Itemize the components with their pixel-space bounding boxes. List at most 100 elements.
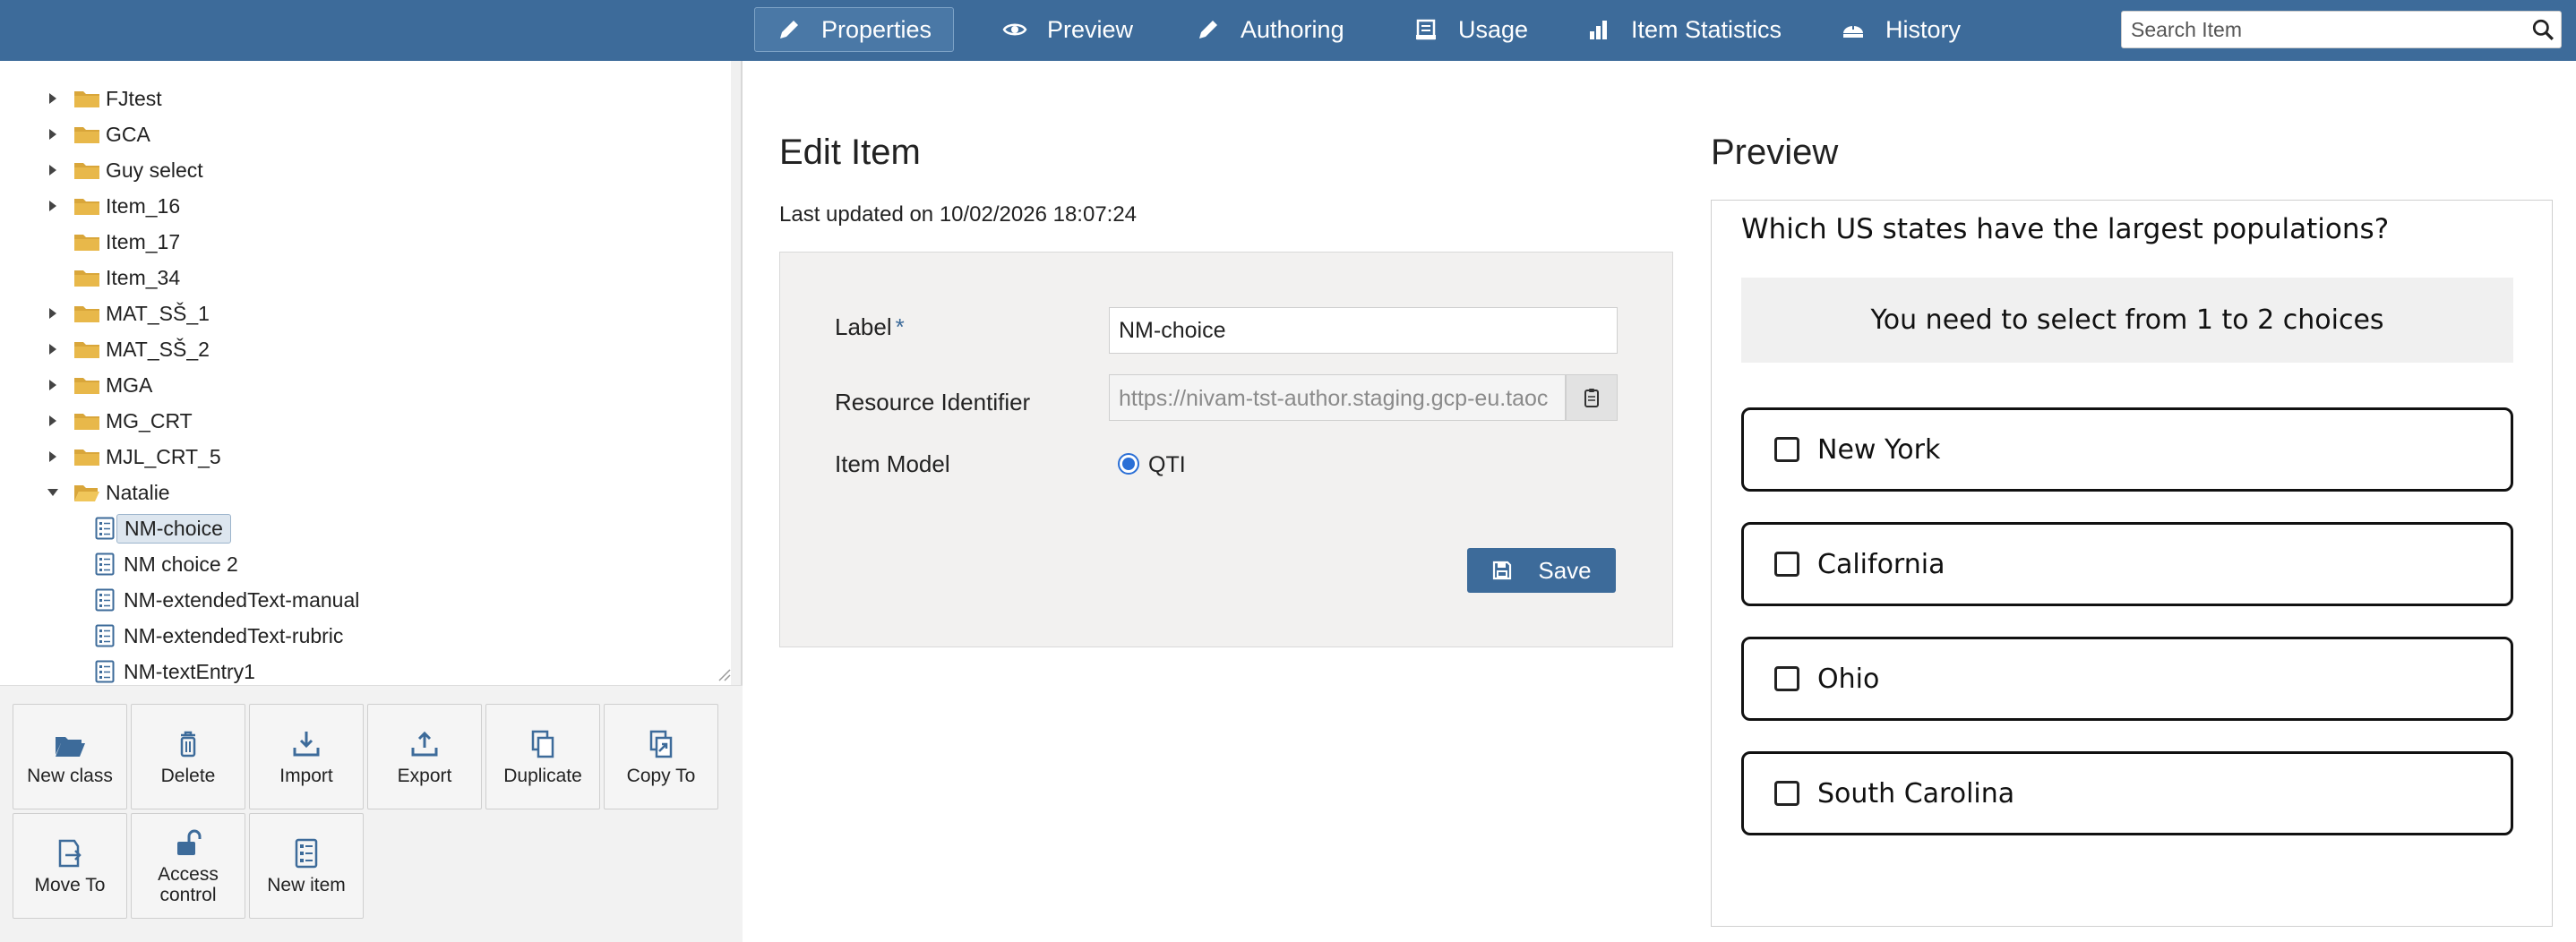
tree-folder[interactable]: Item_17 xyxy=(43,224,180,260)
resource-tree: FJtest GCA Guy select Item_16 Item_17 Item_34… xyxy=(0,61,733,685)
import-label: Import xyxy=(279,765,333,786)
folder-icon xyxy=(74,414,99,430)
collapsed-arrow-icon[interactable] xyxy=(43,411,63,431)
history-icon xyxy=(1843,24,1863,38)
tab-item-statistics[interactable]: Item Statistics xyxy=(1565,7,1803,52)
new-class-button[interactable]: New class xyxy=(13,704,127,809)
checkbox[interactable] xyxy=(1774,666,1799,691)
tab-history-label: History xyxy=(1885,15,1962,43)
duplicate-icon xyxy=(531,730,554,758)
move-to-button[interactable]: Move To xyxy=(13,813,127,919)
tree-item[interactable]: NM-extendedText-rubric xyxy=(95,618,343,654)
item-icon xyxy=(95,624,115,647)
tree-item[interactable]: NM-choice xyxy=(95,510,231,546)
tab-usage[interactable]: Usage xyxy=(1392,7,1550,52)
tree-folder[interactable]: FJtest xyxy=(43,81,162,116)
duplicate-button[interactable]: Duplicate xyxy=(485,704,600,809)
tree-item[interactable]: NM-textEntry1 xyxy=(95,654,255,685)
tree-folder[interactable]: MGA xyxy=(43,367,152,403)
choice-option[interactable]: New York xyxy=(1741,407,2513,492)
collapsed-arrow-icon[interactable] xyxy=(43,124,63,144)
collapsed-arrow-icon[interactable] xyxy=(43,304,63,323)
new-item-button[interactable]: New item xyxy=(249,813,364,919)
tab-item-statistics-label: Item Statistics xyxy=(1631,15,1782,43)
qti-radio[interactable] xyxy=(1118,453,1139,475)
save-button[interactable]: Save xyxy=(1467,548,1616,593)
edit-item-title: Edit Item xyxy=(779,133,921,172)
tree-item[interactable]: NM-extendedText-manual xyxy=(95,582,359,618)
tab-properties[interactable]: Properties xyxy=(754,7,955,52)
tab-authoring-label: Authoring xyxy=(1241,15,1344,43)
checkbox[interactable] xyxy=(1774,437,1799,462)
tab-preview[interactable]: Preview xyxy=(981,7,1155,52)
resource-identifier-field[interactable]: https://nivam-tst-author.staging.gcp-eu.… xyxy=(1109,374,1566,421)
export-button[interactable]: Export xyxy=(367,704,482,809)
tree-folder[interactable]: MAT_SŠ_1 xyxy=(43,295,210,331)
tree-folder[interactable]: Item_34 xyxy=(43,260,180,295)
folder-icon xyxy=(74,199,99,215)
folder-icon xyxy=(74,91,99,107)
copy-clipboard-button[interactable] xyxy=(1566,374,1618,421)
item-icon xyxy=(295,838,318,868)
tree-label: MG_CRT xyxy=(106,408,193,432)
collapsed-arrow-icon[interactable] xyxy=(43,196,63,216)
tree-folder[interactable]: MJL_CRT_5 xyxy=(43,439,221,475)
tab-properties-label: Properties xyxy=(821,15,932,43)
radio-dot xyxy=(1122,458,1135,470)
tree-folder[interactable]: MG_CRT xyxy=(43,403,193,439)
pencil-icon xyxy=(1199,21,1217,39)
search-input[interactable] xyxy=(2122,12,2525,47)
choice-option[interactable]: Ohio xyxy=(1741,637,2513,721)
tree-folder[interactable]: Guy select xyxy=(43,152,203,188)
choice-option[interactable]: South Carolina xyxy=(1741,751,2513,835)
import-button[interactable]: Import xyxy=(249,704,364,809)
checkbox[interactable] xyxy=(1774,552,1799,577)
search-box xyxy=(2121,11,2562,48)
tree-item[interactable]: NM choice 2 xyxy=(95,546,238,582)
label-field-text: Label xyxy=(835,313,892,340)
delete-button[interactable]: Delete xyxy=(131,704,245,809)
item-icon xyxy=(95,517,115,540)
item-model-label: Item Model xyxy=(835,450,950,477)
copy-to-button[interactable]: Copy To xyxy=(604,704,718,809)
search-icon[interactable] xyxy=(2525,12,2561,47)
last-updated-text: Last updated on 10/02/2026 18:07:24 xyxy=(779,202,1138,227)
expanded-arrow-icon[interactable] xyxy=(43,483,63,502)
left-header-bar xyxy=(0,0,743,61)
access-control-button[interactable]: Access control xyxy=(131,813,245,919)
copy-to-icon xyxy=(649,730,673,758)
choice-option[interactable]: California xyxy=(1741,522,2513,606)
label-input[interactable] xyxy=(1109,307,1618,354)
lock-open-icon xyxy=(177,829,202,855)
tree-folder[interactable]: Natalie xyxy=(43,475,170,510)
tab-authoring[interactable]: Authoring xyxy=(1174,7,1366,52)
tab-preview-label: Preview xyxy=(1047,15,1134,43)
tree-folder[interactable]: MAT_SŠ_2 xyxy=(43,331,210,367)
collapsed-arrow-icon[interactable] xyxy=(43,89,63,108)
delete-label: Delete xyxy=(160,765,216,786)
resize-handle-icon[interactable] xyxy=(717,667,731,681)
checkbox[interactable] xyxy=(1774,781,1799,806)
choice-label: California xyxy=(1817,548,1945,580)
move-to-icon xyxy=(58,839,82,867)
item-icon xyxy=(95,588,115,612)
tree-folder[interactable]: GCA xyxy=(43,116,150,152)
tab-history[interactable]: History xyxy=(1819,7,1982,52)
question-prompt: Which US states have the largest populat… xyxy=(1741,213,2390,245)
collapsed-arrow-icon[interactable] xyxy=(43,339,63,359)
pencil-icon xyxy=(780,21,798,39)
tree-label: NM-choice xyxy=(116,513,231,544)
tree-folder[interactable]: Item_16 xyxy=(43,188,180,224)
import-icon xyxy=(293,731,320,756)
collapsed-arrow-icon[interactable] xyxy=(43,375,63,395)
folder-open-icon xyxy=(74,485,99,501)
export-label: Export xyxy=(397,765,452,786)
collapsed-arrow-icon[interactable] xyxy=(43,160,63,180)
tree-label: GCA xyxy=(106,122,150,146)
folder-icon xyxy=(74,270,99,287)
collapsed-arrow-icon[interactable] xyxy=(43,447,63,467)
tree-scrollbar[interactable] xyxy=(731,61,741,685)
action-bar: New class Delete Import Export Duplicate… xyxy=(0,685,743,942)
move-to-label: Move To xyxy=(34,874,106,895)
tree-label: MAT_SŠ_1 xyxy=(106,301,210,325)
